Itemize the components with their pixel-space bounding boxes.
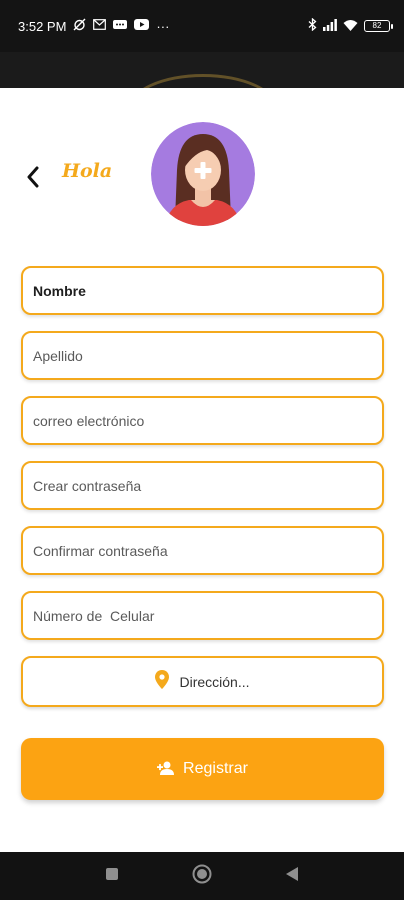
home-button[interactable] (192, 864, 212, 889)
avatar-upload[interactable] (151, 122, 255, 226)
address-label: Dirección... (179, 673, 250, 690)
status-left: 3:52 PM ··· (18, 18, 169, 34)
phone-input[interactable] (21, 591, 384, 640)
bluetooth-icon (308, 17, 317, 34)
address-button[interactable]: Dirección... (21, 656, 384, 707)
chevron-left-icon (26, 166, 40, 193)
back-button[interactable] (20, 166, 46, 192)
youtube-icon (134, 19, 150, 33)
greeting-title: Hola (62, 160, 113, 182)
header-emblem (128, 74, 278, 88)
triangle-back-icon (286, 866, 298, 886)
header-strip (0, 52, 404, 88)
square-icon (106, 867, 118, 885)
apellido-input[interactable] (21, 331, 384, 380)
battery-level: 82 (372, 21, 382, 30)
nombre-input[interactable] (21, 266, 384, 315)
wifi-icon (343, 19, 358, 34)
gmail-icon (93, 19, 107, 33)
signal-icon (323, 18, 337, 34)
battery-icon: 82 (364, 20, 393, 32)
alarm-off-icon (73, 18, 86, 34)
create-password-input[interactable] (21, 461, 384, 510)
status-right: 82 (308, 17, 393, 34)
navigation-bar (0, 852, 404, 900)
register-sheet: Hola Dirección.. (0, 88, 404, 852)
back-nav-button[interactable] (286, 866, 298, 886)
messages-icon (113, 19, 128, 33)
avatar-illustration (151, 122, 255, 226)
circle-icon (192, 864, 212, 889)
email-input[interactable] (21, 396, 384, 445)
more-notifications-icon: ··· (156, 18, 170, 34)
register-button[interactable]: Registrar (21, 738, 384, 800)
register-label: Registrar (183, 760, 248, 777)
add-user-icon (157, 761, 175, 778)
confirm-password-input[interactable] (21, 526, 384, 575)
recents-button[interactable] (106, 867, 118, 885)
status-time: 3:52 PM (18, 18, 67, 34)
location-pin-icon (155, 669, 170, 694)
status-bar: 3:52 PM ··· 82 (0, 0, 404, 52)
